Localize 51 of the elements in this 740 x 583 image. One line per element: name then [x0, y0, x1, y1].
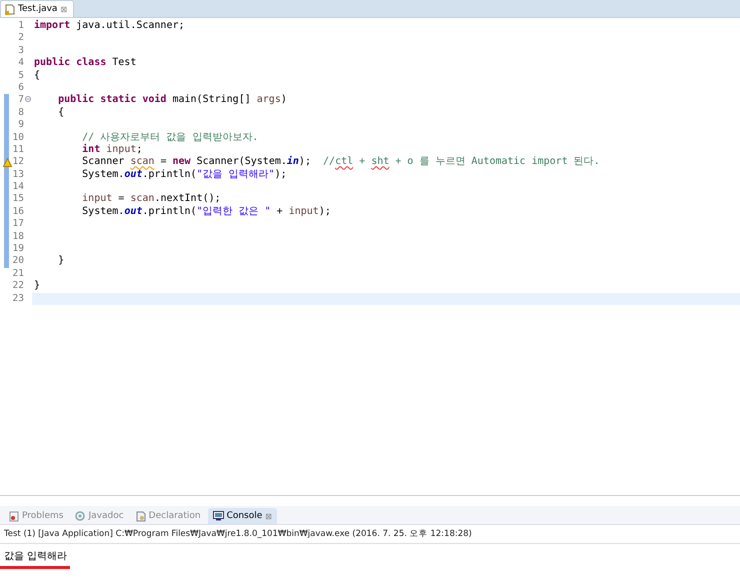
code-line: System.out.println("값을 입력해라"); [81, 168, 287, 180]
editor-tab[interactable]: Test.java ⊠ [0, 0, 74, 17]
code-line: { [34, 70, 40, 81]
line-number: 4 [18, 57, 24, 70]
line-number: 17 [12, 218, 24, 231]
line-number: 16 [12, 206, 24, 218]
code-line: // 사용자로부터 값을 입력받아보자. [81, 132, 258, 143]
collapse-icon[interactable] [25, 96, 31, 102]
document-icon [136, 510, 146, 522]
line-number: 3 [18, 44, 24, 58]
line-number: 8 [18, 106, 24, 120]
code-line: import java.util.Scanner; [34, 20, 185, 31]
code-line: public class Test [34, 57, 136, 68]
view-tab[interactable]: Declaration [130, 508, 206, 524]
line-number: 20 [12, 255, 24, 268]
code-line: } [34, 280, 40, 292]
line-number: 23 [12, 292, 24, 305]
line-number: 5 [18, 70, 24, 82]
code-line: Scanner scan = new Scanner(System.in); //ctl + sht + o 를 누르면 Automatic import 된다. [81, 156, 600, 168]
line-number: 6 [18, 82, 24, 94]
code-line: public static void main(String[] args) [57, 94, 287, 106]
view-tab[interactable]: Problems [4, 508, 68, 524]
line-number: 14 [12, 181, 24, 194]
line-number: 18 [12, 230, 24, 244]
line-number: 10 [12, 132, 24, 144]
code-line: System.out.println("입력한 값은 " + input); [81, 206, 331, 217]
java-file-icon [5, 4, 15, 14]
code-line: { [57, 106, 64, 118]
console-output: 값을 입력해라 [3, 550, 68, 564]
at-icon [75, 511, 86, 521]
code-line: int input; [81, 144, 142, 155]
line-number: 22 [12, 280, 24, 293]
line-number: 9 [18, 119, 24, 132]
line-number: 7 [18, 94, 24, 107]
line-number: 21 [12, 268, 24, 280]
close-icon[interactable]: ⊠ [265, 512, 272, 520]
line-number: 13 [12, 168, 24, 182]
line-number: 11 [12, 144, 24, 156]
line-number: 1 [18, 20, 24, 32]
monitor-icon [212, 511, 224, 521]
code-line: input = scan.nextInt(); [81, 193, 221, 204]
line-number: 19 [12, 243, 24, 256]
line-number: 15 [12, 193, 24, 206]
close-icon[interactable]: ⊠ [60, 4, 68, 14]
line-number: 2 [18, 32, 24, 45]
view-tab[interactable]: Console ⊠ [208, 508, 277, 524]
console-header: Test (1) [Java Application] C:₩Program Files₩Java₩jre1.8.0_101₩bin₩javaw.exe (2016. 7. 25. 오후 12:18:28) [0, 525, 740, 544]
line-number: 12 [12, 156, 24, 169]
code-line: } [57, 255, 64, 266]
view-tab[interactable]: Javadoc [70, 508, 129, 524]
problems-icon [9, 510, 19, 522]
